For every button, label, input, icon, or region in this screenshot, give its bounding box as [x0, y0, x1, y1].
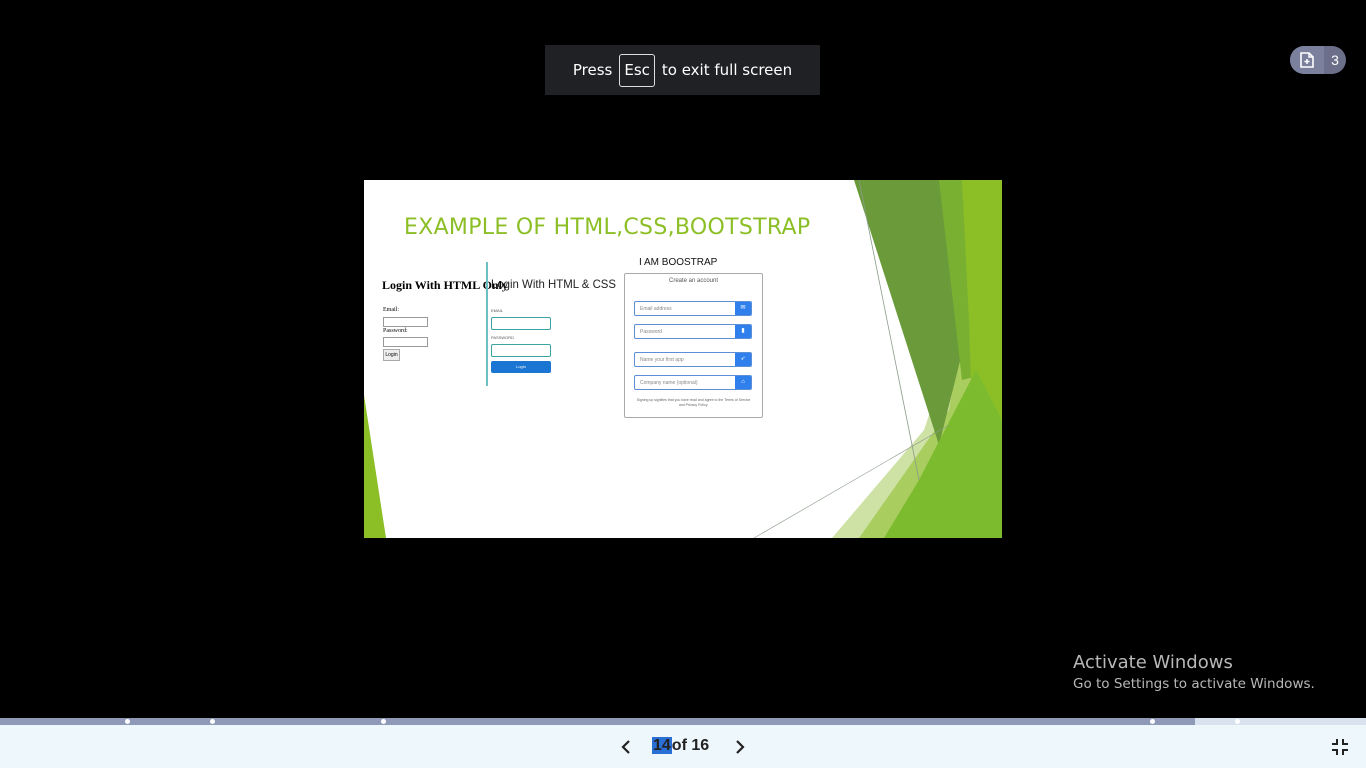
terms-text: Signing up signifies that you have read … [636, 398, 751, 407]
bootstrap-email-field: Email address ✉ [634, 301, 752, 316]
password-placeholder: Password [640, 328, 662, 335]
lock-icon: ▮ [735, 325, 751, 338]
html-password-field [383, 337, 428, 347]
envelope-icon: ✉ [735, 302, 751, 315]
document-icon [1290, 46, 1324, 74]
document-count-badge[interactable]: 3 [1290, 46, 1346, 74]
presentation-controls: 14of 16 [0, 725, 1366, 768]
rocket-icon: ➶ [735, 353, 751, 366]
activate-title: Activate Windows [1073, 652, 1233, 673]
css-login-button: Login [491, 361, 551, 373]
html-login-title: Login With HTML Only [382, 278, 508, 292]
current-page-input[interactable]: 14 [652, 737, 672, 754]
toast-suffix-text: to exit full screen [661, 61, 793, 79]
progress-marker[interactable] [125, 719, 130, 724]
css-password-field [491, 344, 551, 357]
progress-fill [0, 718, 1196, 725]
email-placeholder: Email address [640, 305, 672, 312]
chevron-right-icon [736, 740, 745, 754]
app-placeholder: Name your first app [640, 356, 684, 363]
progress-marker[interactable] [381, 719, 386, 724]
esc-key: Esc [619, 53, 655, 87]
css-email-label: EMAIL [491, 308, 504, 313]
badge-count: 3 [1331, 52, 1339, 68]
bootstrap-signup-card: Create an account Email address ✉ Passwo… [624, 273, 763, 418]
css-login-title: Login With HTML & CSS [491, 277, 617, 291]
page-indicator: 14of 16 [652, 737, 709, 755]
bootstrap-app-field: Name your first app ➶ [634, 352, 752, 367]
css-email-field [491, 317, 551, 330]
home-icon: ⌂ [735, 376, 751, 389]
slide-progress-bar[interactable] [0, 718, 1366, 725]
progress-marker[interactable] [210, 719, 215, 724]
panel-divider [486, 262, 488, 386]
exit-fullscreen-button[interactable] [1330, 737, 1350, 757]
toast-press-text: Press [572, 61, 613, 79]
activate-subtitle: Go to Settings to activate Windows. [1073, 676, 1315, 692]
card-title: Create an account [668, 278, 719, 284]
bootstrap-company-field: Company name (optional) ⌂ [634, 375, 752, 390]
exit-fullscreen-icon [1332, 739, 1348, 755]
css-password-label: PASSWORD [491, 335, 515, 340]
bootstrap-password-field: Password ▮ [634, 324, 752, 339]
fullscreen-toast: Press Esc to exit full screen [545, 45, 820, 95]
windows-activation-watermark: Activate Windows Go to Settings to activ… [1073, 652, 1315, 692]
company-placeholder: Company name (optional) [640, 379, 698, 386]
presentation-slide: EXAMPLE OF HTML,CSS,BOOTSTRAP Login With… [364, 180, 1002, 538]
previous-slide-button[interactable] [616, 737, 636, 757]
html-email-field [383, 317, 428, 327]
next-slide-button[interactable] [730, 737, 750, 757]
bootstrap-heading: I AM BOOSTRAP [639, 257, 718, 268]
slide-title: EXAMPLE OF HTML,CSS,BOOTSTRAP [404, 215, 811, 240]
html-email-label: Email: [383, 307, 399, 313]
html-login-button: Login [383, 349, 400, 361]
html-password-label: Password: [383, 328, 408, 334]
progress-marker[interactable] [1150, 719, 1155, 724]
page-total: of 16 [671, 737, 710, 754]
progress-marker[interactable] [1235, 719, 1240, 724]
chevron-left-icon [621, 740, 630, 754]
